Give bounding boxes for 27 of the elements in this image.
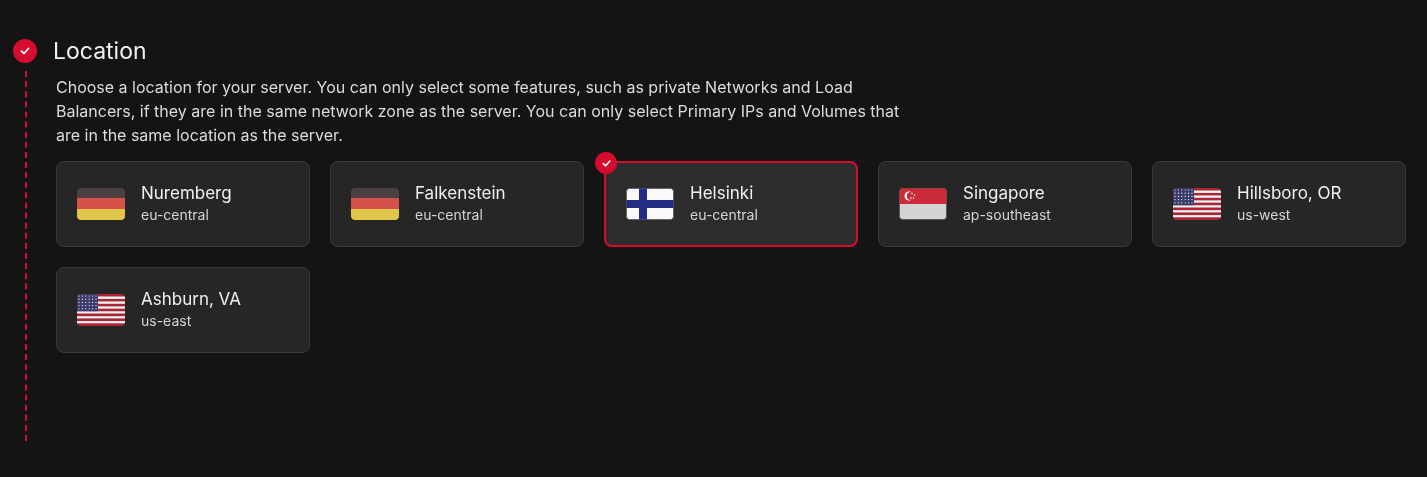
network-zone: us-west [1237, 205, 1292, 225]
location-name: Hillsboro, OR [1237, 182, 1342, 204]
flag-icon [1173, 188, 1221, 220]
flag-icon [77, 294, 125, 326]
flag-icon [899, 188, 947, 220]
location-card[interactable]: Falkenstein eu-central [330, 161, 584, 247]
location-name: Ashburn, VA [141, 288, 241, 310]
section-title: Location [53, 38, 147, 64]
flag-icon [351, 188, 399, 220]
flag-icon [626, 188, 674, 220]
location-name: Falkenstein [415, 182, 506, 204]
location-card[interactable]: Helsinki eu-central [604, 161, 858, 247]
location-card[interactable]: Nuremberg eu-central [56, 161, 310, 247]
network-zone: eu-central [690, 205, 758, 225]
location-card[interactable]: Ashburn, VA us-east [56, 267, 310, 353]
location-name: Singapore [963, 182, 1046, 204]
network-zone: ap-southeast [963, 205, 1051, 225]
section-description: Choose a location for your server. You can only select some features, such as private Networks and Load Balancers, if they are in the same network zone as the server. You can only select Primary IPs and Volumes that are in the same location as the server. [56, 76, 901, 147]
check-icon [595, 152, 617, 174]
flag-icon [77, 188, 125, 220]
location-card[interactable]: Hillsboro, OR us-west [1152, 161, 1406, 247]
network-zone: eu-central [415, 205, 484, 225]
network-zone: us-east [141, 311, 193, 331]
location-name: Helsinki [690, 182, 755, 204]
location-name: Nuremberg [141, 182, 232, 204]
location-card[interactable]: Singapore ap-southeast [878, 161, 1132, 247]
network-zone: eu-central [141, 205, 210, 225]
